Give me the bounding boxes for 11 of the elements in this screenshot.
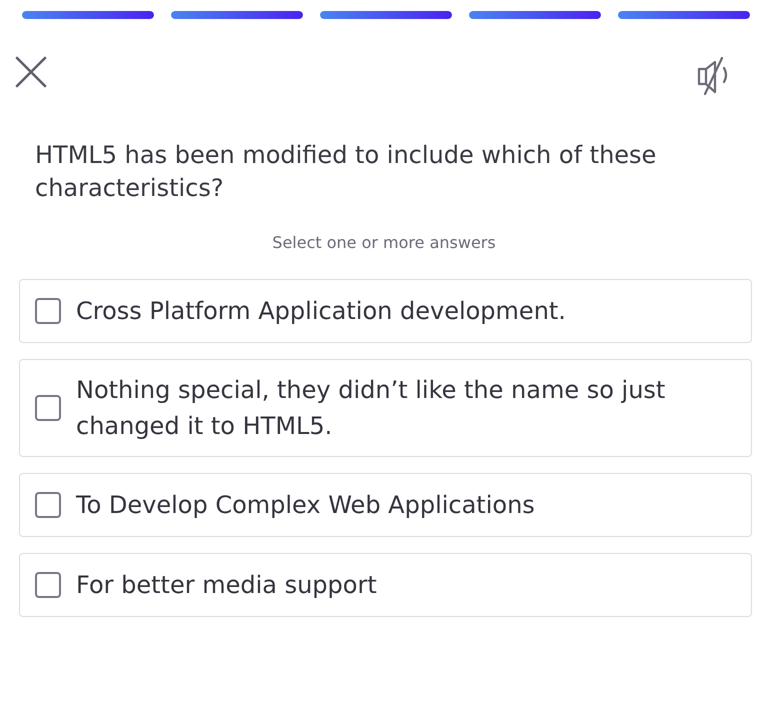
answer-option[interactable]: Nothing special, they didn’t like the name so just changed it to HTML5. <box>19 359 752 457</box>
checkbox[interactable] <box>35 298 61 324</box>
instruction-text: Select one or more answers <box>272 233 496 252</box>
checkbox[interactable] <box>35 492 61 518</box>
answer-option[interactable]: To Develop Complex Web Applications <box>19 473 752 537</box>
close-icon[interactable] <box>15 56 47 88</box>
checkbox[interactable] <box>35 395 61 421</box>
checkbox[interactable] <box>35 572 61 598</box>
question-text: HTML5 has been modified to include which of these characteristics? <box>34 140 658 204</box>
answer-option[interactable]: For better media support <box>19 553 752 617</box>
answer-option[interactable]: Cross Platform Application development. <box>19 279 752 343</box>
